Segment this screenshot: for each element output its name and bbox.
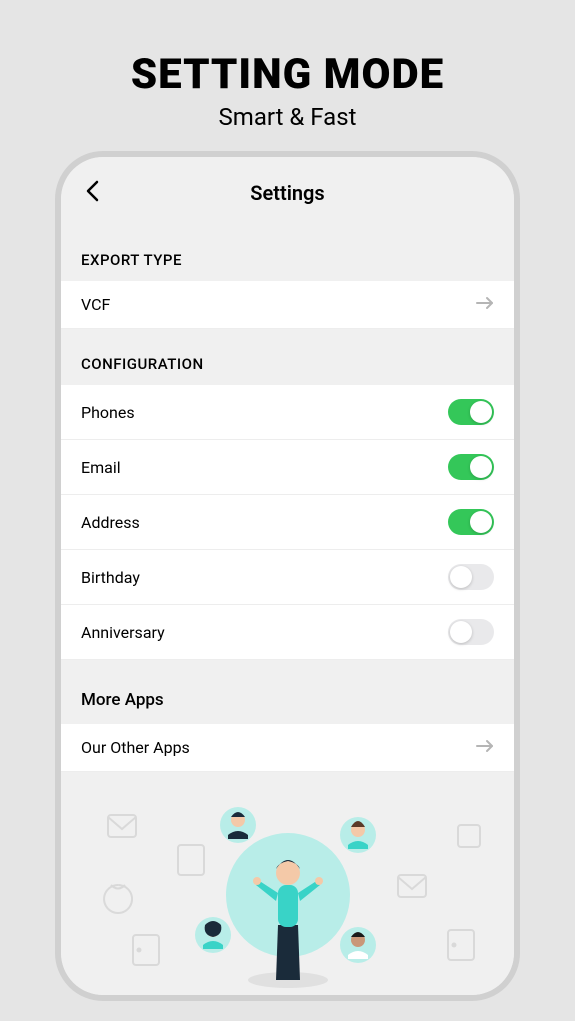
row-label: Phones bbox=[81, 403, 135, 422]
chevron-left-icon bbox=[85, 180, 101, 202]
illustration bbox=[61, 792, 514, 995]
page-title: Settings bbox=[81, 181, 494, 205]
app-screen: Settings EXPORT TYPE VCF CONFIGURATION P… bbox=[61, 157, 514, 995]
toggle-address[interactable] bbox=[448, 509, 494, 535]
export-type-value: VCF bbox=[81, 295, 110, 314]
toggle-email[interactable] bbox=[448, 454, 494, 480]
app-header: Settings bbox=[61, 157, 514, 225]
config-row-phones: Phones bbox=[61, 385, 514, 440]
row-label: Anniversary bbox=[81, 623, 165, 642]
config-row-anniversary: Anniversary bbox=[61, 605, 514, 660]
people-illustration bbox=[78, 765, 498, 995]
promo-title: SETTING MODE bbox=[0, 0, 575, 99]
config-row-email: Email bbox=[61, 440, 514, 495]
row-label: Birthday bbox=[81, 568, 140, 587]
section-header-export-type: EXPORT TYPE bbox=[61, 225, 514, 281]
phone-frame: Settings EXPORT TYPE VCF CONFIGURATION P… bbox=[55, 151, 520, 1001]
config-row-address: Address bbox=[61, 495, 514, 550]
export-type-row[interactable]: VCF bbox=[61, 281, 514, 329]
back-button[interactable] bbox=[85, 180, 101, 206]
row-label: Email bbox=[81, 458, 121, 477]
toggle-birthday[interactable] bbox=[448, 564, 494, 590]
toggle-anniversary[interactable] bbox=[448, 619, 494, 645]
section-header-more-apps: More Apps bbox=[61, 660, 514, 724]
chevron-right-icon bbox=[476, 295, 494, 314]
section-header-configuration: CONFIGURATION bbox=[61, 329, 514, 385]
config-row-birthday: Birthday bbox=[61, 550, 514, 605]
chevron-right-icon bbox=[476, 738, 494, 757]
toggle-phones[interactable] bbox=[448, 399, 494, 425]
other-apps-label: Our Other Apps bbox=[81, 738, 190, 757]
row-label: Address bbox=[81, 513, 140, 532]
promo-subtitle: Smart & Fast bbox=[0, 103, 575, 131]
